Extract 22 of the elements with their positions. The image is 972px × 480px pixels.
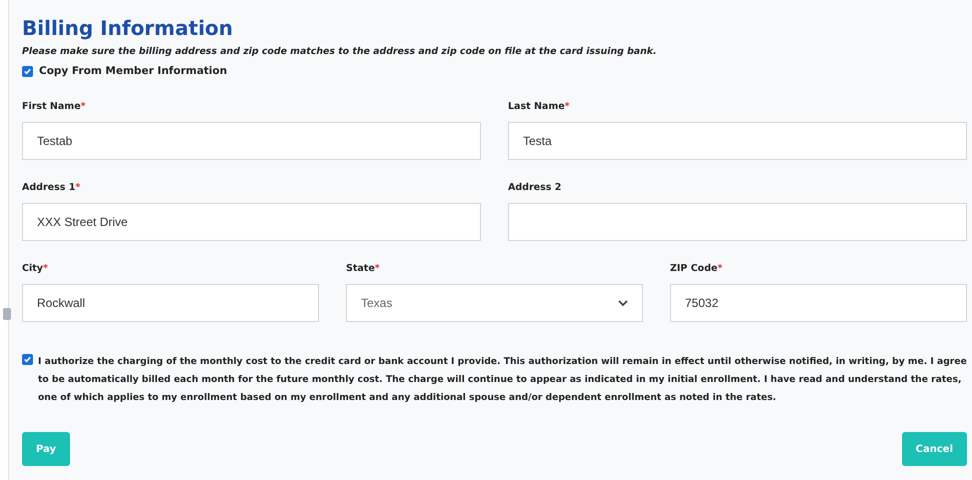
field-label: Address 1* — [22, 182, 82, 195]
authorization-text: I authorize the charging of the monthly cost to the credit card or bank account I provide. This authorization will remain in effect until otherwise notified, in writing, by me. I agree to be automatically billed each month for the future monthly cost. The charge will continue to appear as indicated in my initial enrollment. I have read and understand the rates, one of which applies to my enrollment based on my enrollment and any additional spouse and/or dependent enrollment as noted in the rates. — [38, 355, 967, 405]
field-label: Address 2 — [508, 182, 562, 195]
field-label: First Name* — [22, 101, 87, 114]
input-field[interactable]: Testa — [508, 122, 967, 160]
billing-note: Please make sure the billing address and zip code matches to the address and zip code on file at the card issuing bank. — [22, 46, 658, 57]
checkbox[interactable] — [22, 66, 33, 77]
field-label: ZIP Code* — [670, 263, 724, 276]
chevron-down-icon — [618, 300, 628, 306]
drag-handle-icon[interactable] — [3, 308, 11, 320]
field-label: State* — [346, 263, 381, 276]
field-label: City* — [22, 263, 49, 276]
state-select[interactable]: Texas — [346, 284, 643, 322]
input-field[interactable] — [508, 203, 967, 241]
page-title: Billing Information — [22, 15, 234, 42]
input-field[interactable]: 75032 — [670, 284, 967, 322]
checkbox[interactable] — [22, 354, 33, 365]
checkbox-label: Copy From Member Information — [39, 65, 228, 77]
input-field[interactable]: Testab — [22, 122, 481, 160]
field-label: Last Name* — [508, 101, 571, 114]
input-field[interactable]: XXX Street Drive — [22, 203, 481, 241]
input-field[interactable]: Rockwall — [22, 284, 319, 322]
